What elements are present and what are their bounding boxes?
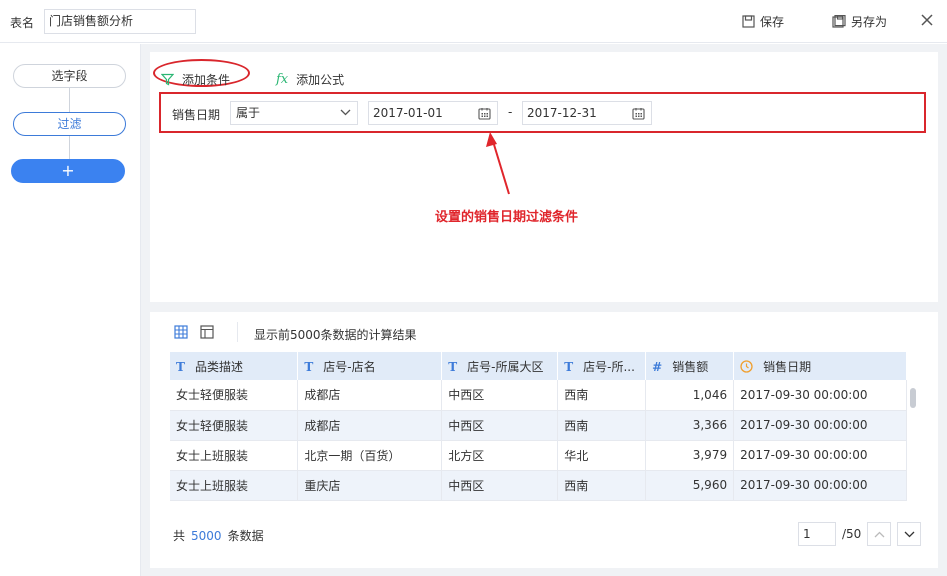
page-total: /50 bbox=[842, 527, 862, 541]
annotation-text: 设置的销售日期过滤条件 bbox=[435, 210, 579, 225]
result-panel: 显示前5000条数据的计算结果 T 品类描述 T 店号-店名 T 店号-所属大区 T店… bbox=[150, 312, 938, 568]
table-cell: 女士上班服装 bbox=[170, 440, 299, 471]
add-step-button[interactable]: + bbox=[11, 159, 125, 183]
table-cell: 女士轻便服装 bbox=[170, 410, 299, 441]
column-header-region[interactable]: T 店号-所属大区 bbox=[441, 352, 559, 380]
save-button[interactable]: 保存 bbox=[742, 13, 784, 30]
table-cell: 中西区 bbox=[441, 380, 559, 411]
number-type-icon: # bbox=[652, 359, 663, 374]
table-header-row: T 品类描述 T 店号-店名 T 店号-所属大区 T 店号-所... # 销售额 销售日期 bbox=[170, 352, 907, 380]
table-row: 女士上班服装 北京一期（百货） 北方区 华北 3,979 2017-09-30 … bbox=[170, 440, 907, 471]
table-cell: 1,046 bbox=[645, 380, 735, 411]
column-header-category[interactable]: T 品类描述 bbox=[170, 352, 299, 380]
table-view-icon[interactable] bbox=[174, 325, 188, 339]
result-table: T 品类描述 T 店号-店名 T 店号-所属大区 T 店号-所... # 销售额 销售日期… bbox=[170, 352, 907, 501]
page-number-input[interactable]: 1 bbox=[798, 522, 836, 546]
total-count-value: 5000 bbox=[191, 529, 222, 543]
card-view-icon[interactable] bbox=[200, 325, 214, 339]
table-cell: 华北 bbox=[557, 440, 647, 471]
table-cell: 2017-09-30 00:00:00 bbox=[733, 470, 907, 501]
table-cell: 重庆店 bbox=[297, 470, 443, 501]
text-type-icon: T bbox=[304, 359, 314, 374]
chevron-down-icon bbox=[904, 531, 915, 537]
filter-panel: 添加条件 fx 添加公式 销售日期 属于 2017-01-01 - 2017-1… bbox=[150, 52, 938, 302]
table-cell: 西南 bbox=[557, 470, 647, 501]
step-select-fields[interactable]: 选字段 bbox=[13, 64, 126, 88]
table-cell: 成都店 bbox=[297, 380, 443, 411]
table-cell: 2017-09-30 00:00:00 bbox=[733, 380, 907, 411]
table-cell: 2017-09-30 00:00:00 bbox=[733, 440, 907, 471]
table-cell: 西南 bbox=[557, 380, 647, 411]
column-header-area[interactable]: T 店号-所... bbox=[557, 352, 647, 380]
text-type-icon: T bbox=[176, 359, 185, 374]
table-cell: 3,979 bbox=[645, 440, 735, 471]
table-cell: 北方区 bbox=[441, 440, 559, 471]
table-cell: 2017-09-30 00:00:00 bbox=[733, 410, 907, 441]
table-scrollbar[interactable] bbox=[909, 382, 917, 502]
chevron-up-icon bbox=[874, 531, 885, 537]
toolbar-divider bbox=[237, 322, 238, 342]
table-cell: 中西区 bbox=[441, 410, 559, 441]
column-header-date[interactable]: 销售日期 bbox=[733, 352, 907, 380]
result-title: 显示前5000条数据的计算结果 bbox=[254, 328, 417, 342]
total-count: 共 5000 条数据 bbox=[173, 529, 264, 543]
save-label: 保存 bbox=[760, 15, 785, 29]
table-cell: 3,366 bbox=[645, 410, 735, 441]
column-header-store[interactable]: T 店号-店名 bbox=[297, 352, 443, 380]
table-row: 女士上班服装 重庆店 中西区 西南 5,960 2017-09-30 00:00… bbox=[170, 470, 907, 501]
annotation-arrow bbox=[486, 132, 510, 195]
table-name-label: 表名 bbox=[10, 16, 35, 30]
save-icon bbox=[742, 15, 755, 28]
table-cell: 中西区 bbox=[441, 470, 559, 501]
step-sidebar: 选字段 过滤 + bbox=[0, 44, 141, 576]
close-icon[interactable] bbox=[920, 13, 934, 27]
pagination: 1 /50 bbox=[798, 522, 922, 546]
table-cell: 成都店 bbox=[297, 410, 443, 441]
save-as-label: 另存为 bbox=[851, 15, 888, 29]
top-bar: 表名 门店销售额分析 保存 另存为 bbox=[0, 0, 947, 43]
table-cell: 北京一期（百货） bbox=[297, 440, 443, 471]
step-connector bbox=[69, 136, 70, 159]
step-connector bbox=[69, 88, 70, 112]
table-cell: 女士轻便服装 bbox=[170, 380, 299, 411]
save-as-button[interactable]: 另存为 bbox=[832, 13, 887, 30]
table-cell: 女士上班服装 bbox=[170, 470, 299, 501]
table-cell: 西南 bbox=[557, 410, 647, 441]
table-cell: 5,960 bbox=[645, 470, 735, 501]
step-filter[interactable]: 过滤 bbox=[13, 112, 126, 136]
clock-icon bbox=[740, 359, 753, 373]
column-header-sales[interactable]: # 销售额 bbox=[645, 352, 735, 380]
save-as-icon bbox=[832, 15, 846, 28]
table-row: 女士轻便服装 成都店 中西区 西南 3,366 2017-09-30 00:00… bbox=[170, 410, 907, 441]
scrollbar-thumb[interactable] bbox=[910, 388, 916, 408]
prev-page-button[interactable] bbox=[867, 522, 892, 546]
text-type-icon: T bbox=[564, 359, 574, 374]
table-name-input[interactable]: 门店销售额分析 bbox=[44, 9, 196, 34]
next-page-button[interactable] bbox=[897, 522, 922, 546]
table-row: 女士轻便服装 成都店 中西区 西南 1,046 2017-09-30 00:00… bbox=[170, 380, 907, 411]
main-area: 添加条件 fx 添加公式 销售日期 属于 2017-01-01 - 2017-1… bbox=[141, 44, 947, 576]
text-type-icon: T bbox=[448, 359, 458, 374]
